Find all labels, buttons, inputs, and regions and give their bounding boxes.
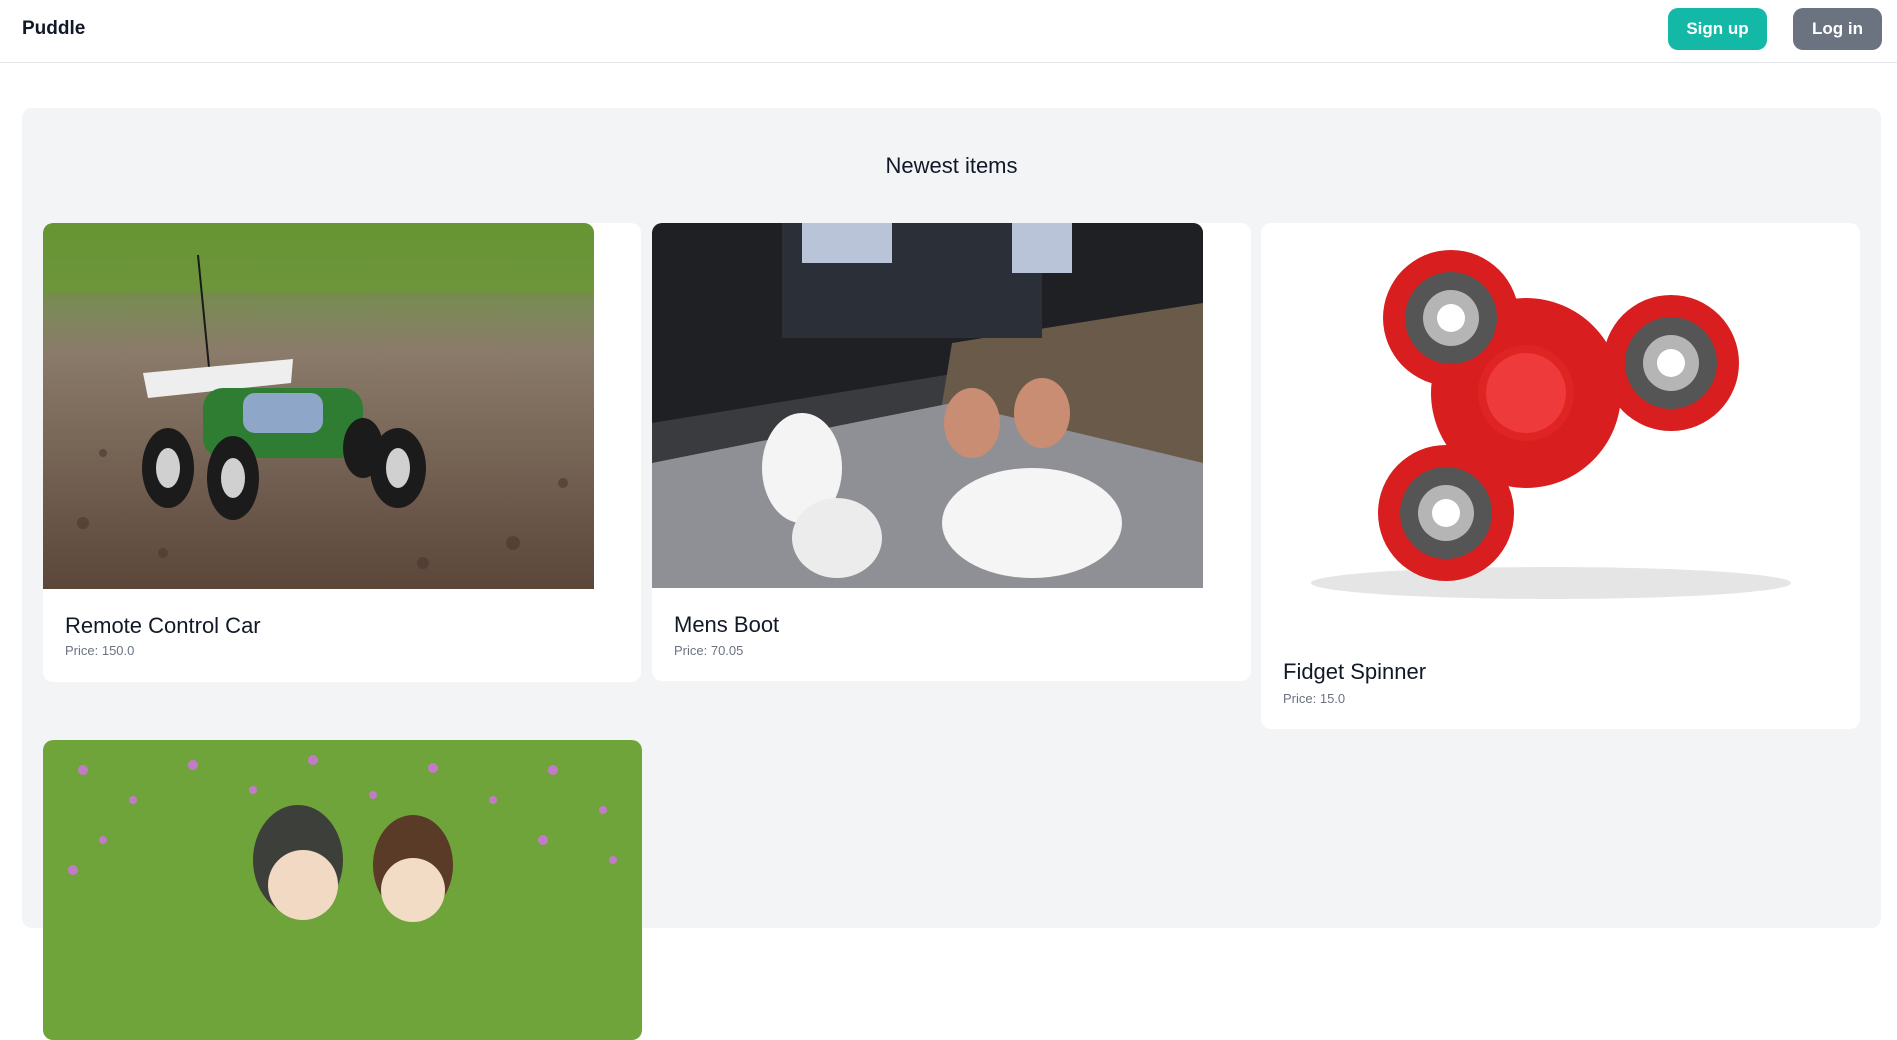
login-button[interactable]: Log in bbox=[1793, 8, 1882, 50]
brand-logo[interactable]: Puddle bbox=[22, 18, 85, 40]
item-card[interactable]: Fidget Spinner Price: 15.0 bbox=[1261, 223, 1860, 729]
item-card[interactable] bbox=[43, 740, 642, 1040]
item-card[interactable]: Remote Control Car Price: 150.0 bbox=[43, 223, 641, 682]
item-name: Remote Control Car bbox=[65, 613, 261, 638]
item-image[interactable] bbox=[43, 740, 642, 1040]
item-image[interactable] bbox=[652, 223, 1203, 588]
item-name: Mens Boot bbox=[674, 612, 780, 637]
item-price: Price: 15.0 bbox=[1283, 691, 1346, 706]
item-price: Price: 150.0 bbox=[65, 643, 135, 658]
newest-items-panel: Newest items Remote Control Car Price: 1… bbox=[22, 108, 1881, 1040]
item-price: Price: 70.05 bbox=[674, 643, 744, 658]
item-image[interactable] bbox=[1261, 223, 1812, 635]
section-title: Newest items bbox=[885, 153, 1018, 178]
top-navbar: Puddle Sign up Log in bbox=[0, 0, 1897, 63]
remote-control-car-image bbox=[43, 223, 594, 589]
item-card[interactable]: Mens Boot Price: 70.05 bbox=[652, 223, 1251, 681]
red-fidget-spinner-image bbox=[1261, 223, 1812, 635]
anime-illustration-image bbox=[43, 740, 642, 1040]
item-image[interactable] bbox=[43, 223, 594, 589]
item-name: Fidget Spinner bbox=[1283, 659, 1427, 684]
white-sneakers-image bbox=[652, 223, 1203, 588]
signup-button[interactable]: Sign up bbox=[1668, 8, 1767, 50]
